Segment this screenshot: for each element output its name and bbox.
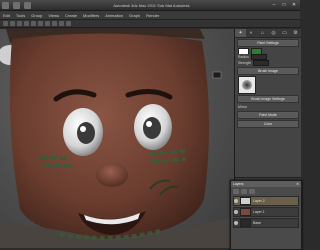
delete-layer-icon[interactable] [249, 189, 255, 194]
rollout-brush-image[interactable]: Brush Image [237, 67, 299, 75]
mirror-row: Mirror [238, 104, 298, 110]
new-layer-icon[interactable] [233, 189, 239, 194]
layers-dialog-title: Layers [233, 182, 244, 186]
menu-edit[interactable]: Edit [0, 13, 13, 18]
tab-hierarchy[interactable]: ⌂ [257, 29, 268, 37]
mirror-icon[interactable] [52, 21, 57, 26]
menu-views[interactable]: Views [45, 13, 62, 18]
strength-label: Strength [238, 61, 252, 65]
nose [96, 163, 128, 187]
redo-icon[interactable] [10, 21, 15, 26]
close-button[interactable]: ✕ [290, 2, 298, 8]
rollout-brush-image-settings[interactable]: Brush Image Settings [237, 95, 299, 103]
layer-name: Layer 2 [253, 199, 265, 203]
align-icon[interactable] [59, 21, 64, 26]
snap-icon[interactable] [45, 21, 50, 26]
layers-dialog-titlebar[interactable]: Layers ✕ [231, 181, 301, 187]
render-icon[interactable] [66, 21, 71, 26]
main-toolbar [0, 20, 300, 28]
move-icon[interactable] [24, 21, 29, 26]
scale-icon[interactable] [38, 21, 43, 26]
eye-highlight-left [80, 126, 86, 132]
layer-name: Base [253, 221, 261, 225]
gizmo-icon[interactable] [212, 71, 222, 79]
tab-display[interactable]: ▭ [279, 29, 290, 37]
undo-icon[interactable] [3, 21, 8, 26]
layer-thumbnail [240, 208, 251, 216]
menu-graph[interactable]: Graph [126, 13, 143, 18]
layer-thumbnail [240, 197, 251, 205]
rollout-color[interactable]: Color [237, 120, 299, 128]
mirror-label: Mirror [238, 105, 248, 109]
eye-highlight-right [146, 121, 152, 127]
foreground-color-swatch[interactable] [238, 48, 249, 54]
character-head-render [0, 29, 234, 248]
rollout-paint-mode[interactable]: Paint Mode [237, 111, 299, 119]
layer-thumbnail [240, 219, 251, 227]
layer-row[interactable]: Base [233, 218, 299, 228]
menu-group[interactable]: Group [28, 13, 45, 18]
perspective-viewport[interactable] [0, 29, 234, 248]
command-panel-tabs: ✦ ◐ ⌂ ◎ ▭ ⚙ [235, 29, 301, 38]
visibility-eye-icon[interactable] [234, 199, 238, 203]
tab-utilities[interactable]: ⚙ [290, 29, 301, 37]
brush-image-preview[interactable] [238, 76, 256, 94]
open-file-icon[interactable] [24, 1, 31, 9]
layer-row[interactable]: Layer 1 [233, 207, 299, 217]
quick-access-icon[interactable] [13, 1, 20, 9]
visibility-eye-icon[interactable] [234, 221, 238, 225]
tab-motion[interactable]: ◎ [268, 29, 279, 37]
pupil-right [143, 117, 161, 139]
menu-bar: Edit Tools Group Views Create Modifiers … [0, 11, 300, 20]
tab-modify[interactable]: ◐ [246, 29, 257, 37]
rotate-icon[interactable] [31, 21, 36, 26]
layer-name: Layer 1 [253, 210, 265, 214]
layers-close-button[interactable]: ✕ [296, 181, 301, 187]
rollout-paint-settings[interactable]: Paint Settings [237, 39, 299, 47]
maximize-button[interactable]: □ [280, 2, 288, 8]
minimize-button[interactable]: – [270, 2, 278, 8]
app-title: Autodesk 3ds Max 2011 Sub Mat Autodesk [113, 2, 190, 8]
strength-spinner[interactable] [253, 60, 270, 66]
menu-modifiers[interactable]: Modifiers [80, 13, 102, 18]
face [9, 33, 210, 239]
layers-dialog: Layers ✕ Layer 2 Layer 1 Base [230, 180, 302, 250]
menu-create[interactable]: Create [62, 13, 80, 18]
radius-label: Radius [238, 55, 249, 59]
menu-render[interactable]: Render [143, 13, 162, 18]
select-icon[interactable] [17, 21, 22, 26]
strength-row: Strength [238, 60, 298, 66]
duplicate-layer-icon[interactable] [241, 189, 247, 194]
layer-row[interactable]: Layer 2 [233, 196, 299, 206]
menu-animation[interactable]: Animation [102, 13, 126, 18]
layers-toolbar [233, 189, 299, 194]
app-logo-icon[interactable] [2, 1, 9, 9]
title-bar: Autodesk 3ds Max 2011 Sub Mat Autodesk –… [0, 0, 300, 11]
tab-create[interactable]: ✦ [235, 29, 246, 37]
pupil-left [77, 122, 95, 144]
visibility-eye-icon[interactable] [234, 210, 238, 214]
menu-tools[interactable]: Tools [13, 13, 28, 18]
